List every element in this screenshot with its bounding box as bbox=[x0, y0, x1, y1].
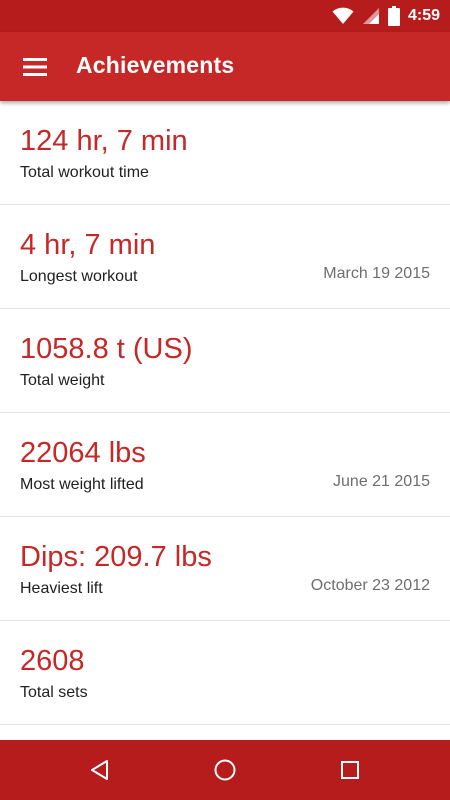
home-button[interactable] bbox=[209, 754, 241, 786]
achievement-value: 2608 bbox=[20, 645, 85, 677]
achievement-value: 4 hr, 7 min bbox=[20, 229, 156, 261]
achievement-label: Most weight lifted bbox=[20, 476, 144, 493]
achievement-value: 1058.8 t (US) bbox=[20, 333, 193, 365]
achievement-label: Total workout time bbox=[20, 164, 149, 181]
battery-icon bbox=[387, 6, 400, 26]
achievements-list[interactable]: 124 hr, 7 min Total workout time 4 hr, 7… bbox=[0, 101, 450, 740]
achievement-value: Dips: 209.7 lbs bbox=[20, 541, 212, 573]
status-bar: 4:59 bbox=[0, 0, 450, 32]
achievement-item-heaviest-lift[interactable]: Dips: 209.7 lbs Heaviest lift October 23… bbox=[0, 517, 450, 621]
signal-icon bbox=[362, 8, 379, 24]
page-title: Achievements bbox=[76, 52, 235, 78]
menu-button[interactable] bbox=[18, 52, 52, 82]
achievement-label: Total sets bbox=[20, 684, 88, 701]
achievement-item-longest-workout[interactable]: 4 hr, 7 min Longest workout March 19 201… bbox=[0, 205, 450, 309]
achievement-item-total-sets[interactable]: 2608 Total sets bbox=[0, 621, 450, 725]
recents-button[interactable] bbox=[334, 754, 366, 786]
achievement-item-total-workout-time[interactable]: 124 hr, 7 min Total workout time bbox=[0, 101, 450, 205]
wifi-icon bbox=[332, 7, 354, 24]
hamburger-menu-icon bbox=[23, 58, 47, 76]
recents-square-icon bbox=[341, 761, 359, 779]
back-triangle-icon bbox=[91, 760, 108, 780]
achievement-date: June 21 2015 bbox=[333, 473, 430, 490]
app-bar: Achievements bbox=[0, 32, 450, 101]
achievement-date: March 19 2015 bbox=[323, 265, 430, 282]
status-icons: 4:59 bbox=[332, 0, 440, 32]
home-circle-icon bbox=[214, 759, 236, 781]
achievement-label: Total weight bbox=[20, 372, 105, 389]
achievement-value: 22064 lbs bbox=[20, 437, 146, 469]
achievement-label: Longest workout bbox=[20, 268, 138, 285]
navigation-bar bbox=[0, 740, 450, 800]
achievement-item-most-weight-lifted[interactable]: 22064 lbs Most weight lifted June 21 201… bbox=[0, 413, 450, 517]
status-time: 4:59 bbox=[407, 7, 440, 24]
back-button[interactable] bbox=[84, 754, 116, 786]
achievement-label: Heaviest lift bbox=[20, 580, 103, 597]
achievement-value: 124 hr, 7 min bbox=[20, 125, 188, 157]
achievement-item-total-weight[interactable]: 1058.8 t (US) Total weight bbox=[0, 309, 450, 413]
achievement-date: October 23 2012 bbox=[310, 577, 430, 594]
